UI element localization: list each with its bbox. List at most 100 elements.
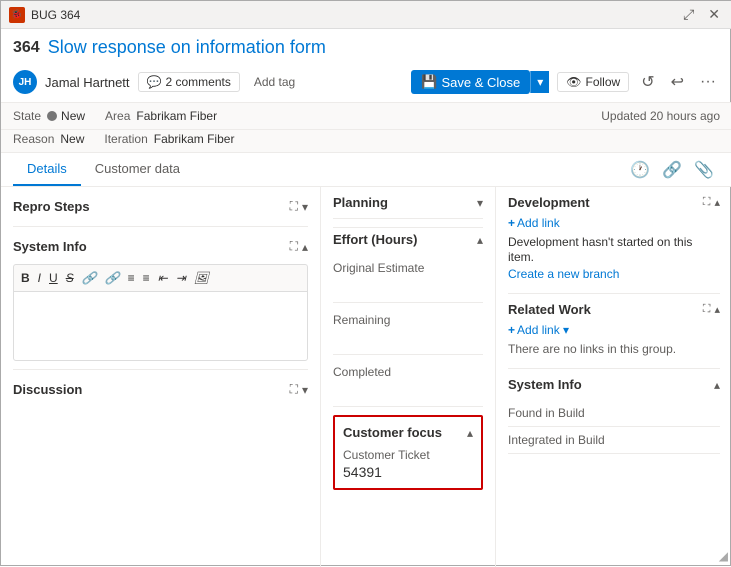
found-in-build-field: Found in Build — [508, 400, 720, 427]
dev-add-link-button[interactable]: + Add link — [508, 216, 560, 230]
dev-expand-btn[interactable]: ⛶ — [703, 196, 711, 209]
bug-icon: 🐞 — [9, 7, 25, 23]
main-content: Repro Steps ⛶ ▾ System Info ⛶ ▴ B I U S — [1, 187, 731, 567]
repro-collapse-btn[interactable]: ▾ — [302, 199, 308, 214]
integrated-in-build-label: Integrated in Build — [508, 433, 720, 447]
link-icon-button[interactable]: 🔗 — [656, 156, 688, 184]
completed-label: Completed — [333, 365, 483, 379]
close-button[interactable]: ✕ — [704, 6, 724, 23]
list-tool[interactable]: ≡ — [125, 269, 138, 287]
area-value[interactable]: Fabrikam Fiber — [136, 109, 217, 123]
eye-icon: 👁 — [566, 75, 581, 89]
add-tag-button[interactable]: Add tag — [248, 73, 301, 91]
comments-icon: 💬 — [147, 75, 162, 89]
customer-focus-collapse-btn[interactable]: ▴ — [467, 426, 473, 440]
meta-row: State New Area Fabrikam Fiber Updated 20… — [1, 103, 731, 130]
title-bar-text: BUG 364 — [31, 8, 349, 22]
development-section: Development ⛶ ▴ + Add link Development h… — [508, 195, 720, 281]
left-column: Repro Steps ⛶ ▾ System Info ⛶ ▴ B I U S — [1, 187, 321, 567]
dev-description: Development hasn't started on this item. — [508, 234, 720, 264]
repro-steps-title: Repro Steps — [13, 199, 90, 214]
item-id: 364 — [13, 39, 40, 57]
repro-expand-btn[interactable]: ⛶ — [290, 199, 298, 214]
avatar: JH — [13, 70, 37, 94]
italic-tool[interactable]: I — [35, 269, 44, 287]
effort-header: Effort (Hours) ▴ — [333, 227, 483, 251]
rw-controls: ⛶ ▴ — [703, 303, 720, 316]
related-work-header: Related Work ⛶ ▴ — [508, 302, 720, 317]
iteration-label: Iteration — [104, 132, 147, 146]
iteration-field: Iteration Fabrikam Fiber — [104, 132, 234, 146]
area-label: Area — [105, 109, 130, 123]
expand-button[interactable]: ⤢ — [679, 6, 698, 23]
planning-collapse-btn[interactable]: ▾ — [477, 196, 483, 210]
rw-collapse-btn[interactable]: ▴ — [714, 303, 720, 316]
strikethrough-tool[interactable]: S — [63, 269, 77, 287]
underline-tool[interactable]: U — [46, 269, 61, 287]
development-title: Development — [508, 195, 590, 210]
updated-text: Updated 20 hours ago — [601, 109, 720, 123]
reason-field: Reason New — [13, 132, 84, 146]
state-value-container: New — [47, 109, 85, 123]
sys-expand-btn[interactable]: ⛶ — [290, 239, 298, 254]
sys-collapse-btn[interactable]: ▴ — [302, 239, 308, 254]
rw-expand-btn[interactable]: ⛶ — [703, 303, 711, 316]
comments-button[interactable]: 💬 2 comments — [138, 72, 240, 92]
save-dropdown-button[interactable]: ▾ — [530, 71, 549, 93]
follow-label: Follow — [586, 75, 621, 89]
link2-tool[interactable]: 🔗 — [102, 269, 123, 287]
create-branch-link[interactable]: Create a new branch — [508, 267, 619, 281]
original-estimate-field: Original Estimate — [333, 251, 483, 303]
rw-add-link-label: Add link ▾ — [517, 323, 569, 337]
outdent-tool[interactable]: ⇥ — [173, 269, 189, 287]
bold-tool[interactable]: B — [18, 269, 33, 287]
original-estimate-label: Original Estimate — [333, 261, 483, 275]
state-field: State New — [13, 109, 85, 123]
resize-handle[interactable]: ◢ — [719, 549, 728, 563]
no-links-text: There are no links in this group. — [508, 342, 676, 356]
dev-collapse-btn[interactable]: ▴ — [714, 196, 720, 209]
disc-expand-btn[interactable]: ⛶ — [290, 382, 298, 397]
undo-button[interactable]: ↩ — [667, 70, 688, 94]
remaining-input[interactable] — [333, 330, 483, 344]
attach-icon-button[interactable]: 📎 — [688, 156, 720, 184]
discussion-controls: ⛶ ▾ — [290, 382, 308, 397]
image-tool[interactable]: 🖼 — [191, 269, 212, 287]
repro-steps-controls: ⛶ ▾ — [290, 199, 308, 214]
integrated-in-build-field: Integrated in Build — [508, 427, 720, 454]
related-work-section: Related Work ⛶ ▴ + Add link ▾ There are … — [508, 302, 720, 356]
completed-input[interactable] — [333, 382, 483, 396]
rw-add-link-button[interactable]: + Add link ▾ — [508, 323, 569, 337]
save-icon: 💾 — [421, 74, 437, 90]
refresh-button[interactable]: ↺ — [637, 70, 658, 94]
tab-customer-data[interactable]: Customer data — [81, 153, 194, 186]
reason-label: Reason — [13, 132, 54, 146]
history-icon-button[interactable]: 🕐 — [624, 156, 656, 184]
ol-tool[interactable]: ≡ — [140, 269, 153, 287]
iteration-value[interactable]: Fabrikam Fiber — [154, 132, 235, 146]
more-button[interactable]: ··· — [696, 71, 720, 93]
work-item-title: 364 Slow response on information form — [13, 37, 720, 58]
link-tool[interactable]: 🔗 — [79, 269, 100, 287]
completed-field: Completed — [333, 355, 483, 407]
disc-collapse-btn[interactable]: ▾ — [302, 382, 308, 397]
indent-tool[interactable]: ⇤ — [155, 269, 171, 287]
toolbar: JH Jamal Hartnett 💬 2 comments Add tag 💾… — [13, 66, 720, 102]
no-links-container: There are no links in this group. — [508, 341, 720, 356]
reason-value: New — [60, 132, 84, 146]
header: 364 Slow response on information form JH… — [1, 29, 731, 103]
dev-desc-text: Development hasn't started on this item. — [508, 235, 692, 264]
related-work-title: Related Work — [508, 302, 591, 317]
customer-focus-section: Customer focus ▴ Customer Ticket 54391 — [333, 415, 483, 490]
planning-title: Planning — [333, 195, 388, 210]
divider-2 — [13, 369, 308, 370]
sys-info-collapse-btn[interactable]: ▴ — [714, 378, 720, 392]
effort-collapse-btn[interactable]: ▴ — [477, 233, 483, 247]
tab-details[interactable]: Details — [13, 153, 81, 186]
rw-plus-icon: + — [508, 323, 515, 337]
original-estimate-input[interactable] — [333, 278, 483, 292]
system-info-editor[interactable] — [13, 291, 308, 361]
save-close-button[interactable]: 💾 Save & Close — [411, 70, 530, 94]
follow-button[interactable]: 👁 Follow — [557, 72, 629, 92]
create-branch-container: Create a new branch — [508, 266, 720, 281]
